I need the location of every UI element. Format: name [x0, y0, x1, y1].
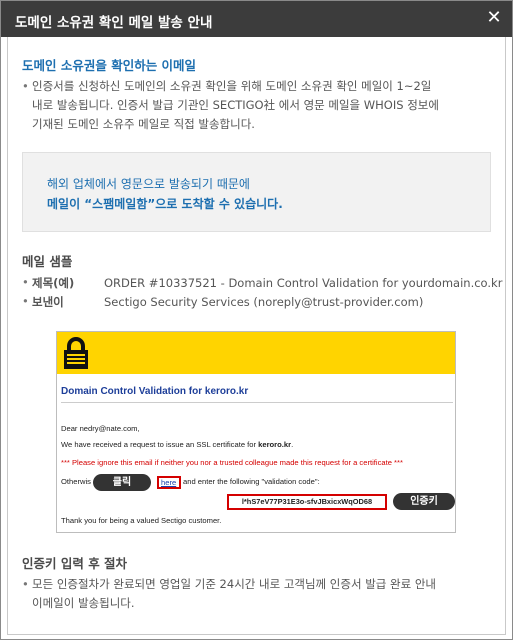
email-divider — [61, 402, 453, 403]
here-link[interactable]: here — [161, 478, 176, 487]
padlock-icon — [64, 337, 88, 369]
section-title-sample: 메일 샘플 — [22, 254, 73, 269]
section-body-after-code: 모든 인증절차가 완료되면 영업일 기준 24시간 내로 고객님께 인증서 발급… — [22, 575, 492, 613]
dialog-titlebar: 도메인 소유권 확인 메일 발송 안내 ✕ — [1, 1, 512, 37]
sample-sender-row: 보낸이 Sectigo Security Services (noreply@tr… — [22, 294, 423, 310]
here-link-highlight: here — [157, 476, 181, 489]
validation-code-tag: 인증키 — [393, 493, 455, 510]
notice-line-2: 메일이 “스팸메일함”으로 도착할 수 있습니다. — [47, 197, 283, 211]
section-body-email: 인증서를 신청하신 도메인의 소유권 확인을 위해 도메인 소유권 확인 메일이… — [22, 77, 439, 134]
email-thanks: Thank you for being a valued Sectigo cus… — [61, 516, 222, 525]
sample-subject-label: 제목(예) — [32, 276, 75, 290]
notice-line-1: 해외 업체에서 영문으로 발송되기 때문에 — [47, 177, 250, 191]
section-title-email: 도메인 소유권을 확인하는 이메일 — [22, 58, 197, 73]
click-tag: 클릭 — [93, 474, 151, 491]
sample-sender-label: 보낸이 — [32, 295, 64, 309]
sample-subject-row: 제목(예) ORDER #10337521 - Domain Control Va… — [22, 275, 502, 291]
sample-subject-value: ORDER #10337521 - Domain Control Validat… — [104, 276, 503, 290]
dialog-title: 도메인 소유권 확인 메일 발송 안내 — [15, 15, 213, 31]
spam-notice-box: 해외 업체에서 영문으로 발송되기 때문에 메일이 “스팸메일함”으로 도착할 … — [22, 152, 491, 232]
email-warning: *** Please ignore this email if neither … — [61, 458, 403, 467]
email-otherwise-prefix: Otherwis — [61, 477, 91, 486]
email-greeting: Dear nedry@nate.com, — [61, 424, 140, 433]
email-enter-code-text: and enter the following "validation code… — [183, 477, 320, 486]
validation-code-highlight: l*hS7eV77P31E3o-sfvJBxicxWqOD68 — [227, 494, 387, 510]
email-title: Domain Control Validation for keroro.kr — [61, 386, 249, 397]
dialog: 도메인 소유권 확인 메일 발송 안내 ✕ 도메인 소유권을 확인하는 이메일 … — [0, 0, 513, 640]
close-icon[interactable]: ✕ — [482, 6, 506, 30]
sample-sender-value: Sectigo Security Services (noreply@trust… — [104, 295, 424, 309]
email-banner — [57, 332, 455, 374]
email-sample-image: Domain Control Validation for keroro.kr … — [56, 331, 456, 533]
section-title-after-code: 인증키 입력 후 절차 — [22, 556, 128, 571]
email-request-line: We have received a request to issue an S… — [61, 440, 294, 449]
dialog-content: 도메인 소유권을 확인하는 이메일 인증서를 신청하신 도메인의 소유권 확인을… — [7, 37, 506, 635]
